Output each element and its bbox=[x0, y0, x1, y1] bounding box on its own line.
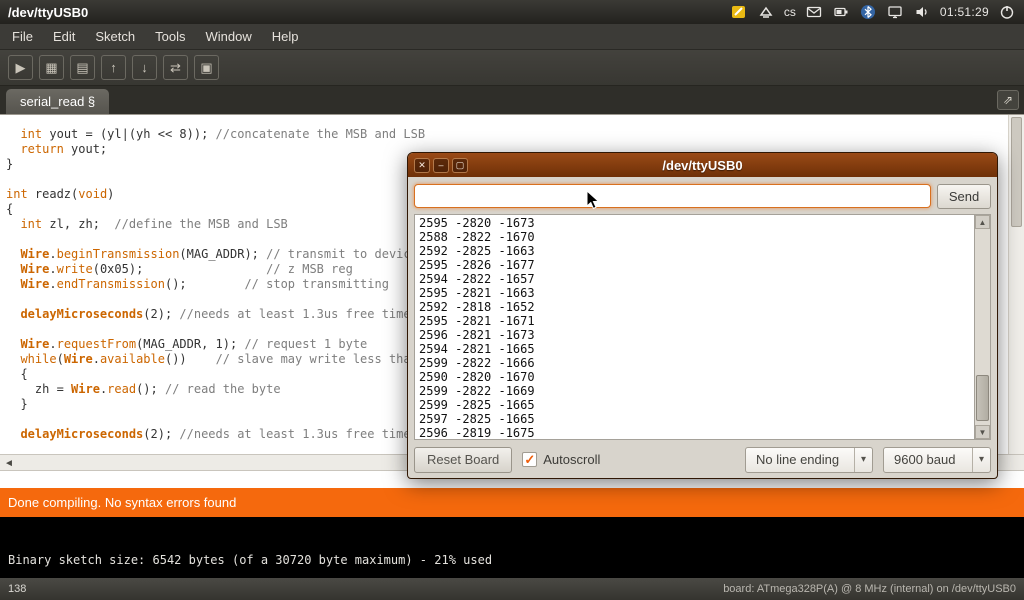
desktop: /dev/ttyUSB0 cs 01:51: bbox=[0, 0, 1024, 600]
serial-output-line: 2595 -2821 -1671 bbox=[419, 314, 970, 328]
tab-bar: serial_read § ⇗ bbox=[0, 86, 1024, 114]
top-panel: /dev/ttyUSB0 cs 01:51: bbox=[0, 0, 1024, 24]
line-ending-value: No line ending bbox=[746, 452, 854, 467]
toolbar-icon: ▶ bbox=[16, 61, 26, 74]
serial-monitor-controls: Reset Board ✓ Autoscroll No line ending … bbox=[414, 446, 991, 473]
journal-pencil-icon[interactable] bbox=[730, 3, 748, 21]
serial-output-line: 2590 -2820 -1670 bbox=[419, 370, 970, 384]
serial-output-line: 2595 -2826 -1677 bbox=[419, 258, 970, 272]
menu-bar: FileEditSketchToolsWindowHelp bbox=[0, 24, 1024, 50]
scroll-down-arrow-icon[interactable]: ▼ bbox=[975, 425, 990, 439]
serial-input[interactable] bbox=[414, 184, 931, 208]
checkbox-checked-icon: ✓ bbox=[522, 452, 537, 467]
serial-monitor-titlebar[interactable]: ✕ – ▢ /dev/ttyUSB0 bbox=[408, 153, 997, 177]
clock[interactable]: 01:51:29 bbox=[940, 5, 989, 19]
toolbar-icon: ↓ bbox=[141, 61, 148, 74]
serial-monitor-button[interactable]: ⇗ bbox=[997, 90, 1019, 110]
serial-output-area: 2595 -2820 -16732588 -2822 -16702592 -28… bbox=[414, 214, 991, 440]
scroll-up-arrow-icon[interactable]: ▲ bbox=[975, 215, 990, 229]
serial-output-scrollbar[interactable]: ▲ ▼ bbox=[974, 215, 990, 439]
serial-output-line: 2597 -2825 -1665 bbox=[419, 412, 970, 426]
toolbar-export[interactable]: ▣ bbox=[194, 55, 219, 80]
bluetooth-icon[interactable] bbox=[859, 3, 877, 21]
menu-sketch[interactable]: Sketch bbox=[85, 24, 145, 50]
toolbar-save[interactable]: ↓ bbox=[132, 55, 157, 80]
serial-monitor-window: ✕ – ▢ /dev/ttyUSB0 Send 2595 -2820 -1673… bbox=[407, 152, 998, 479]
serial-output-line: 2588 -2822 -1670 bbox=[419, 230, 970, 244]
bottom-status-bar: 138 board: ATmega328P(A) @ 8 MHz (intern… bbox=[0, 578, 1024, 600]
serial-output-line: 2599 -2822 -1669 bbox=[419, 384, 970, 398]
toolbar-icon: ↑ bbox=[110, 61, 117, 74]
editor-vertical-scrollbar[interactable] bbox=[1008, 115, 1024, 454]
toolbar-icon: ▣ bbox=[200, 61, 212, 74]
toolbar-icon: ▦ bbox=[45, 61, 57, 74]
volume-icon[interactable] bbox=[913, 3, 931, 21]
serial-output-line: 2599 -2822 -1666 bbox=[419, 356, 970, 370]
toolbar-icon: ⇄ bbox=[170, 61, 181, 74]
send-button[interactable]: Send bbox=[937, 184, 991, 209]
scroll-left-arrow-icon[interactable]: ◄ bbox=[4, 456, 14, 471]
serial-output-line: 2595 -2820 -1673 bbox=[419, 216, 970, 230]
serial-output[interactable]: 2595 -2820 -16732588 -2822 -16702592 -28… bbox=[415, 215, 974, 439]
system-tray: cs 01:51:29 bbox=[730, 3, 1016, 21]
toolbar-new[interactable]: ▤ bbox=[70, 55, 95, 80]
toolbar-verify[interactable]: ▶ bbox=[8, 55, 33, 80]
active-window-title: /dev/ttyUSB0 bbox=[8, 5, 88, 20]
tab-serial-read[interactable]: serial_read § bbox=[6, 89, 109, 114]
reset-board-button[interactable]: Reset Board bbox=[414, 447, 512, 473]
autoscroll-label: Autoscroll bbox=[543, 452, 600, 467]
console-output: Binary sketch size: 6542 bytes (of a 307… bbox=[0, 517, 1024, 578]
baud-rate-dropdown[interactable]: 9600 baud ▾ bbox=[883, 447, 991, 473]
minimize-button[interactable]: – bbox=[433, 158, 449, 173]
serial-output-line: 2594 -2821 -1665 bbox=[419, 342, 970, 356]
maximize-button[interactable]: ▢ bbox=[452, 158, 468, 173]
close-button[interactable]: ✕ bbox=[414, 158, 430, 173]
serial-output-line: 2596 -2819 -1675 bbox=[419, 426, 970, 439]
board-info: board: ATmega328P(A) @ 8 MHz (internal) … bbox=[723, 583, 1016, 595]
toolbar-icon: ▤ bbox=[76, 61, 88, 74]
serial-monitor-icon: ⇗ bbox=[1003, 93, 1013, 107]
menu-file[interactable]: File bbox=[2, 24, 43, 50]
serial-output-line: 2595 -2821 -1663 bbox=[419, 286, 970, 300]
menu-window[interactable]: Window bbox=[195, 24, 261, 50]
scrollbar-track[interactable] bbox=[975, 229, 990, 425]
toolbar: ▶ ▦ ▤ ↑ ↓ ⇄ ▣ bbox=[0, 50, 1024, 86]
tab-label: serial_read § bbox=[20, 94, 95, 109]
editor-vertical-scroll-thumb[interactable] bbox=[1011, 117, 1022, 227]
toolbar-open[interactable]: ↑ bbox=[101, 55, 126, 80]
compile-status-message: Done compiling. No syntax errors found bbox=[8, 495, 236, 510]
serial-output-line: 2592 -2818 -1652 bbox=[419, 300, 970, 314]
serial-output-line: 2594 -2822 -1657 bbox=[419, 272, 970, 286]
serial-monitor-title: /dev/ttyUSB0 bbox=[408, 158, 997, 173]
network-icon[interactable] bbox=[757, 3, 775, 21]
toolbar-import[interactable]: ⇄ bbox=[163, 55, 188, 80]
autoscroll-checkbox[interactable]: ✓ Autoscroll bbox=[522, 452, 600, 467]
toolbar-stop[interactable]: ▦ bbox=[39, 55, 64, 80]
baud-rate-value: 9600 baud bbox=[884, 452, 972, 467]
serial-output-line: 2599 -2825 -1665 bbox=[419, 398, 970, 412]
serial-input-row: Send bbox=[414, 182, 991, 210]
mail-icon[interactable] bbox=[805, 3, 823, 21]
scrollbar-thumb[interactable] bbox=[976, 375, 989, 421]
battery-icon[interactable] bbox=[832, 3, 850, 21]
session-power-icon[interactable] bbox=[998, 3, 1016, 21]
chevron-down-icon: ▾ bbox=[972, 448, 990, 472]
console-text: Binary sketch size: 6542 bytes (of a 307… bbox=[8, 553, 492, 567]
compile-status-bar: Done compiling. No syntax errors found bbox=[0, 488, 1024, 517]
menu-edit[interactable]: Edit bbox=[43, 24, 85, 50]
menu-tools[interactable]: Tools bbox=[145, 24, 195, 50]
serial-output-line: 2592 -2825 -1663 bbox=[419, 244, 970, 258]
line-ending-dropdown[interactable]: No line ending ▾ bbox=[745, 447, 873, 473]
line-number-indicator: 138 bbox=[8, 583, 26, 595]
chevron-down-icon: ▾ bbox=[854, 448, 872, 472]
serial-output-line: 2596 -2821 -1673 bbox=[419, 328, 970, 342]
display-icon[interactable] bbox=[886, 3, 904, 21]
menu-help[interactable]: Help bbox=[262, 24, 309, 50]
keyboard-layout-indicator[interactable]: cs bbox=[784, 5, 796, 19]
serial-monitor-body: Send 2595 -2820 -16732588 -2822 -1670259… bbox=[408, 177, 997, 478]
